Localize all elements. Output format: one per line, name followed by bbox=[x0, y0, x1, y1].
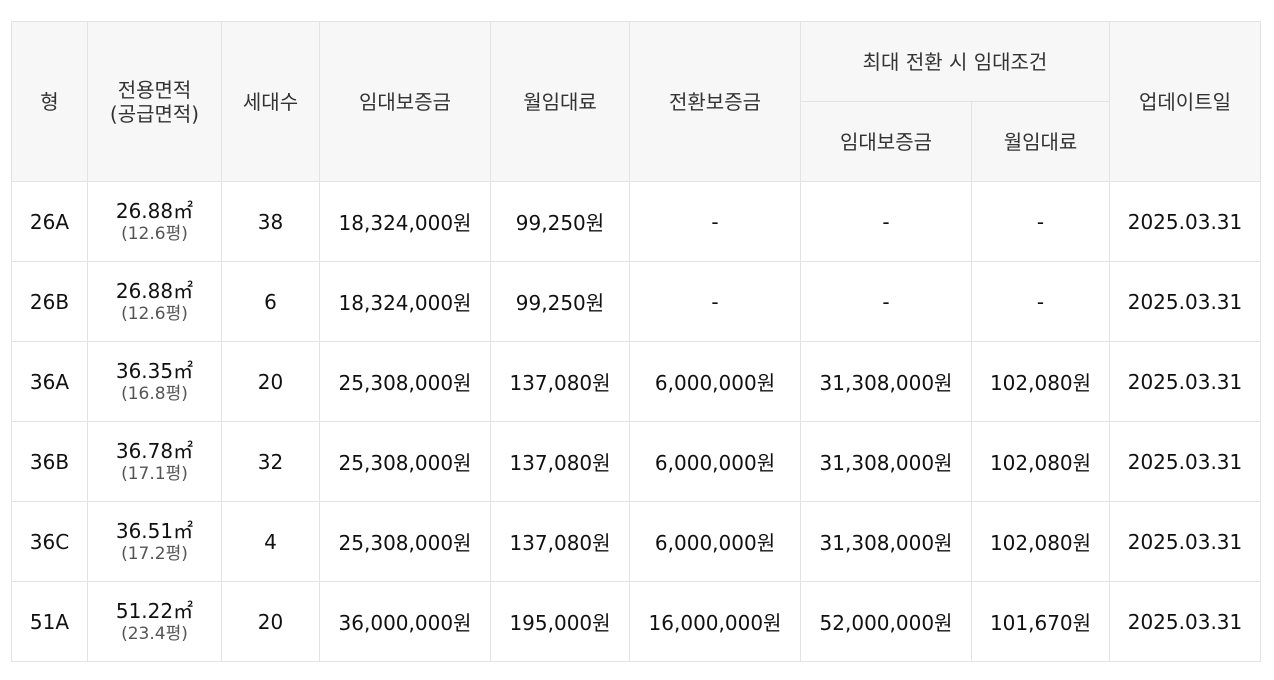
header-max-conversion-group: 최대 전환 시 임대조건 bbox=[800, 21, 1110, 102]
cell-area: 36.35㎡ (16.8평) bbox=[87, 341, 222, 422]
header-area: 전용면적 (공급면적) bbox=[87, 21, 222, 182]
cell-conversion-deposit: - bbox=[629, 261, 801, 342]
cell-area-pyeong: (12.6평) bbox=[121, 303, 188, 324]
cell-area-pyeong: (17.1평) bbox=[121, 463, 188, 484]
header-type: 형 bbox=[11, 21, 88, 182]
header-area-line2: (공급면적) bbox=[109, 101, 200, 126]
cell-max-deposit: 31,308,000원 bbox=[800, 501, 972, 582]
cell-deposit: 25,308,000원 bbox=[319, 421, 491, 502]
table-row: 36C 36.51㎡ (17.2평) 4 25,308,000원 137,080… bbox=[11, 501, 1261, 582]
cell-updated: 2025.03.31 bbox=[1109, 421, 1261, 502]
cell-type: 26B bbox=[11, 261, 88, 342]
cell-updated: 2025.03.31 bbox=[1109, 581, 1261, 662]
cell-deposit: 18,324,000원 bbox=[319, 181, 491, 262]
header-deposit: 임대보증금 bbox=[319, 21, 491, 182]
cell-monthly-rent: 137,080원 bbox=[490, 341, 630, 422]
cell-households: 38 bbox=[221, 181, 320, 262]
cell-max-monthly-rent: - bbox=[971, 181, 1110, 262]
table-row: 36B 36.78㎡ (17.1평) 32 25,308,000원 137,08… bbox=[11, 421, 1261, 502]
cell-households: 20 bbox=[221, 581, 320, 662]
cell-max-monthly-rent: 102,080원 bbox=[971, 421, 1110, 502]
cell-households: 6 bbox=[221, 261, 320, 342]
table-row: 26A 26.88㎡ (12.6평) 38 18,324,000원 99,250… bbox=[11, 181, 1261, 262]
cell-max-monthly-rent: 101,670원 bbox=[971, 581, 1110, 662]
cell-deposit: 36,000,000원 bbox=[319, 581, 491, 662]
header-area-line1: 전용면적 bbox=[117, 77, 192, 102]
header-conversion-deposit: 전환보증금 bbox=[629, 21, 801, 182]
cell-area-pyeong: (23.4평) bbox=[121, 623, 188, 644]
cell-monthly-rent: 137,080원 bbox=[490, 501, 630, 582]
cell-conversion-deposit: 6,000,000원 bbox=[629, 501, 801, 582]
cell-area-sqm: 51.22㎡ bbox=[115, 598, 194, 623]
cell-deposit: 18,324,000원 bbox=[319, 261, 491, 342]
cell-area-pyeong: (16.8평) bbox=[121, 383, 188, 404]
cell-area-sqm: 36.78㎡ bbox=[115, 438, 194, 463]
cell-deposit: 25,308,000원 bbox=[319, 501, 491, 582]
table-body: 26A 26.88㎡ (12.6평) 38 18,324,000원 99,250… bbox=[11, 181, 1261, 662]
cell-max-deposit: - bbox=[800, 261, 972, 342]
table-row: 26B 26.88㎡ (12.6평) 6 18,324,000원 99,250원… bbox=[11, 261, 1261, 342]
header-households: 세대수 bbox=[221, 21, 320, 182]
cell-deposit: 25,308,000원 bbox=[319, 341, 491, 422]
cell-max-deposit: 31,308,000원 bbox=[800, 421, 972, 502]
cell-area: 36.51㎡ (17.2평) bbox=[87, 501, 222, 582]
cell-households: 4 bbox=[221, 501, 320, 582]
header-max-deposit: 임대보증금 bbox=[800, 101, 972, 182]
cell-updated: 2025.03.31 bbox=[1109, 341, 1261, 422]
rental-table-container: 형 전용면적 (공급면적) 세대수 임대보증금 월임대료 전환보증금 최대 전환… bbox=[11, 21, 1261, 662]
cell-area: 51.22㎡ (23.4평) bbox=[87, 581, 222, 662]
cell-households: 32 bbox=[221, 421, 320, 502]
cell-type: 36C bbox=[11, 501, 88, 582]
cell-type: 26A bbox=[11, 181, 88, 262]
cell-type: 51A bbox=[11, 581, 88, 662]
cell-max-monthly-rent: 102,080원 bbox=[971, 501, 1110, 582]
cell-max-deposit: 52,000,000원 bbox=[800, 581, 972, 662]
table-header: 형 전용면적 (공급면적) 세대수 임대보증금 월임대료 전환보증금 최대 전환… bbox=[11, 21, 1261, 182]
cell-monthly-rent: 99,250원 bbox=[490, 181, 630, 262]
cell-monthly-rent: 137,080원 bbox=[490, 421, 630, 502]
cell-area-sqm: 36.51㎡ bbox=[115, 518, 194, 543]
cell-area: 26.88㎡ (12.6평) bbox=[87, 261, 222, 342]
cell-area-sqm: 36.35㎡ bbox=[115, 358, 194, 383]
cell-monthly-rent: 195,000원 bbox=[490, 581, 630, 662]
cell-conversion-deposit: 6,000,000원 bbox=[629, 421, 801, 502]
cell-max-deposit: 31,308,000원 bbox=[800, 341, 972, 422]
cell-area: 36.78㎡ (17.1평) bbox=[87, 421, 222, 502]
cell-area: 26.88㎡ (12.6평) bbox=[87, 181, 222, 262]
cell-monthly-rent: 99,250원 bbox=[490, 261, 630, 342]
table-row: 36A 36.35㎡ (16.8평) 20 25,308,000원 137,08… bbox=[11, 341, 1261, 422]
cell-type: 36B bbox=[11, 421, 88, 502]
cell-area-sqm: 26.88㎡ bbox=[115, 198, 194, 223]
header-monthly-rent: 월임대료 bbox=[490, 21, 630, 182]
cell-conversion-deposit: - bbox=[629, 181, 801, 262]
table-row: 51A 51.22㎡ (23.4평) 20 36,000,000원 195,00… bbox=[11, 581, 1261, 662]
cell-area-sqm: 26.88㎡ bbox=[115, 278, 194, 303]
cell-conversion-deposit: 16,000,000원 bbox=[629, 581, 801, 662]
cell-max-monthly-rent: 102,080원 bbox=[971, 341, 1110, 422]
cell-conversion-deposit: 6,000,000원 bbox=[629, 341, 801, 422]
cell-households: 20 bbox=[221, 341, 320, 422]
cell-updated: 2025.03.31 bbox=[1109, 261, 1261, 342]
cell-max-monthly-rent: - bbox=[971, 261, 1110, 342]
cell-max-deposit: - bbox=[800, 181, 972, 262]
cell-area-pyeong: (12.6평) bbox=[121, 223, 188, 244]
cell-area-pyeong: (17.2평) bbox=[121, 543, 188, 564]
cell-updated: 2025.03.31 bbox=[1109, 181, 1261, 262]
cell-updated: 2025.03.31 bbox=[1109, 501, 1261, 582]
rental-conditions-table: 형 전용면적 (공급면적) 세대수 임대보증금 월임대료 전환보증금 최대 전환… bbox=[11, 21, 1261, 662]
header-max-monthly-rent: 월임대료 bbox=[971, 101, 1110, 182]
header-updated: 업데이트일 bbox=[1109, 21, 1261, 182]
cell-type: 36A bbox=[11, 341, 88, 422]
